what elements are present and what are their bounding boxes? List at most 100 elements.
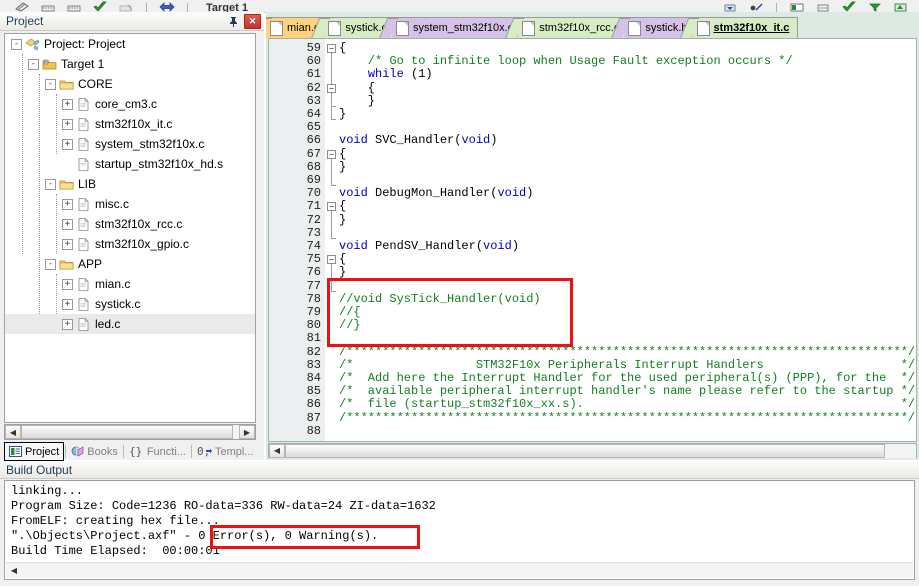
code-line-text[interactable]: { [339,200,346,213]
code-line-text[interactable]: } [339,160,346,174]
code-scroll-left-arrow[interactable]: ◀ [269,443,285,458]
code-line-text[interactable]: //} [339,319,361,332]
scroll-thumb[interactable] [21,425,233,439]
new-window-icon[interactable] [893,1,909,12]
collapse-toggle-icon[interactable]: - [45,258,56,270]
expand-toggle-icon[interactable]: + [62,298,73,310]
project-tree[interactable]: - Project: Project - Target 1- CORE + core_cm3… [4,33,256,423]
translate-icon[interactable] [92,1,108,12]
rebuild-icon[interactable] [40,1,56,12]
code-line-text[interactable]: { [339,253,346,266]
expand-toggle-icon[interactable]: + [62,138,73,150]
bookmark-icon[interactable] [815,1,831,12]
tree-item-core[interactable]: - CORE [5,74,255,94]
fold-toggle-icon[interactable]: − [327,44,336,53]
tree-item-systick-c[interactable]: + systick.c [5,294,255,314]
editor-tab-stm32f10x-it-c[interactable]: stm32f10x_it.c [679,17,799,38]
code-line-text[interactable]: void DebugMon_Handler(void) [339,187,533,200]
code-line-text[interactable]: /* STM32F10x Peripherals Interrupt Handl… [339,358,915,372]
scroll-right-arrow[interactable]: ▶ [239,425,255,439]
code-line-text[interactable]: } [339,266,346,279]
tree-item-stm32f10x-gpio-c[interactable]: + stm32f10x_gpio.c [5,234,255,254]
code-hscrollbar[interactable]: ◀ [268,443,917,458]
code-line-text[interactable]: void SVC_Handler(void) [339,134,497,147]
code-line-text[interactable]: while (1) [339,68,433,81]
download-icon[interactable] [722,1,738,12]
scroll-track[interactable] [21,425,239,439]
tree-item-target-1[interactable]: - Target 1 [5,54,255,74]
collapse-toggle-icon[interactable]: - [28,58,39,70]
code-line-text[interactable]: } [339,107,346,121]
project-tree-hscrollbar[interactable]: ◀ ▶ [4,424,256,440]
code-line-text[interactable]: /* file (startup_stm32f10x_xx.s). */ [339,398,915,411]
panel-tab-templ-[interactable]: 0, Templ... [193,442,258,461]
fold-toggle-icon[interactable]: − [327,149,336,159]
expand-toggle-icon[interactable]: + [62,238,73,250]
build-output-body[interactable]: linking... Program Size: Code=1236 RO-dat… [4,480,915,580]
code-scroll-track[interactable] [285,443,916,458]
tree-item-startup-stm32f10x-hd-s[interactable]: startup_stm32f10x_hd.s [5,154,255,174]
code-line-text[interactable]: /***************************************… [339,345,915,359]
build-icon[interactable] [14,1,30,12]
batch-build-icon[interactable] [66,1,82,12]
code-line-text[interactable]: { [339,81,375,95]
fold-toggle-icon[interactable]: − [327,83,336,93]
panel-tab-project[interactable]: Project [4,442,65,461]
panel-tab-label: Books [87,445,118,458]
line-number: 78 [306,291,321,306]
tree-item-stm32f10x-rcc-c[interactable]: + stm32f10x_rcc.c [5,214,255,234]
code-line-text[interactable]: } [339,213,346,227]
fold-toggle-icon[interactable]: − [327,255,336,265]
close-icon[interactable]: ✕ [244,14,261,29]
filter-icon[interactable] [867,1,883,12]
expand-toggle-icon[interactable]: + [62,318,73,330]
code-line-text[interactable]: //void SysTick_Handler(void) [339,292,541,306]
expand-toggle-icon[interactable]: + [62,278,73,290]
project-panel-tabs[interactable]: Project Books {} Functi... 0, Templ... [4,442,260,461]
build-scroll-left-arrow[interactable]: ◀ [6,564,22,578]
line-number: 65 [306,120,321,135]
code-line-text[interactable]: void PendSV_Handler(void) [339,239,519,253]
debug-icon[interactable] [748,1,764,12]
panel-tab-functi-[interactable]: {} Functi... [125,442,190,461]
tree-item-led-c[interactable]: + led.c [5,314,255,334]
tree-item-system-stm32f10x-c[interactable]: + system_stm32f10x.c [5,134,255,154]
code-line-text[interactable]: { [339,147,346,161]
tree-item-misc-c[interactable]: + misc.c [5,194,255,214]
collapse-toggle-icon[interactable]: - [45,78,56,90]
editor-tabbar[interactable]: mian.c systick.c system_stm32f10x.c stm32f1… [266,13,919,38]
code-scroll-thumb[interactable] [285,443,885,458]
code-line-text[interactable]: /***************************************… [339,411,915,425]
build-output-hscrollbar[interactable]: ◀ [6,562,913,578]
panel-tab-books[interactable]: Books [67,442,122,461]
line-number: 77 [306,278,321,293]
code-line-text[interactable]: /* available peripheral interrupt handle… [339,385,915,398]
tree-item-app[interactable]: - APP [5,254,255,274]
tree-item-mian-c[interactable]: + mian.c [5,274,255,294]
scroll-left-arrow[interactable]: ◀ [5,425,21,439]
tree-item-stm32f10x-it-c[interactable]: + stm32f10x_it.c [5,114,255,134]
fold-toggle-icon[interactable]: − [327,202,336,212]
editor-tab-system-stm32f10x-c[interactable]: system_stm32f10x.c [378,17,523,38]
tree-item-project-project[interactable]: - Project: Project [5,34,255,54]
toolbar-separator [146,3,147,12]
tree-item-lib[interactable]: - LIB [5,174,255,194]
pin-icon[interactable] [227,15,240,28]
check-icon[interactable] [841,1,857,12]
collapse-toggle-icon[interactable]: - [11,38,22,50]
code-line-text[interactable]: } [339,94,375,108]
target-options-icon[interactable] [159,1,175,12]
expand-toggle-icon[interactable]: + [62,218,73,230]
collapse-toggle-icon[interactable]: - [45,178,56,190]
panel-tab-separator [65,445,67,458]
window-icon[interactable] [789,1,805,12]
code-line-text[interactable]: /* Go to infinite loop when Usage Fault … [339,55,793,68]
tree-item-label: led.c [95,317,121,331]
expand-toggle-icon[interactable]: + [62,198,73,210]
code-editor[interactable]: 59{60 /* Go to infinite loop when Usage … [268,38,917,442]
expand-toggle-icon[interactable]: + [62,98,73,110]
expand-toggle-icon[interactable]: + [62,118,73,130]
tree-item-label: Project: Project [44,37,126,51]
folder-icon [58,256,74,272]
tree-item-core-cm3-c[interactable]: + core_cm3.c [5,94,255,114]
